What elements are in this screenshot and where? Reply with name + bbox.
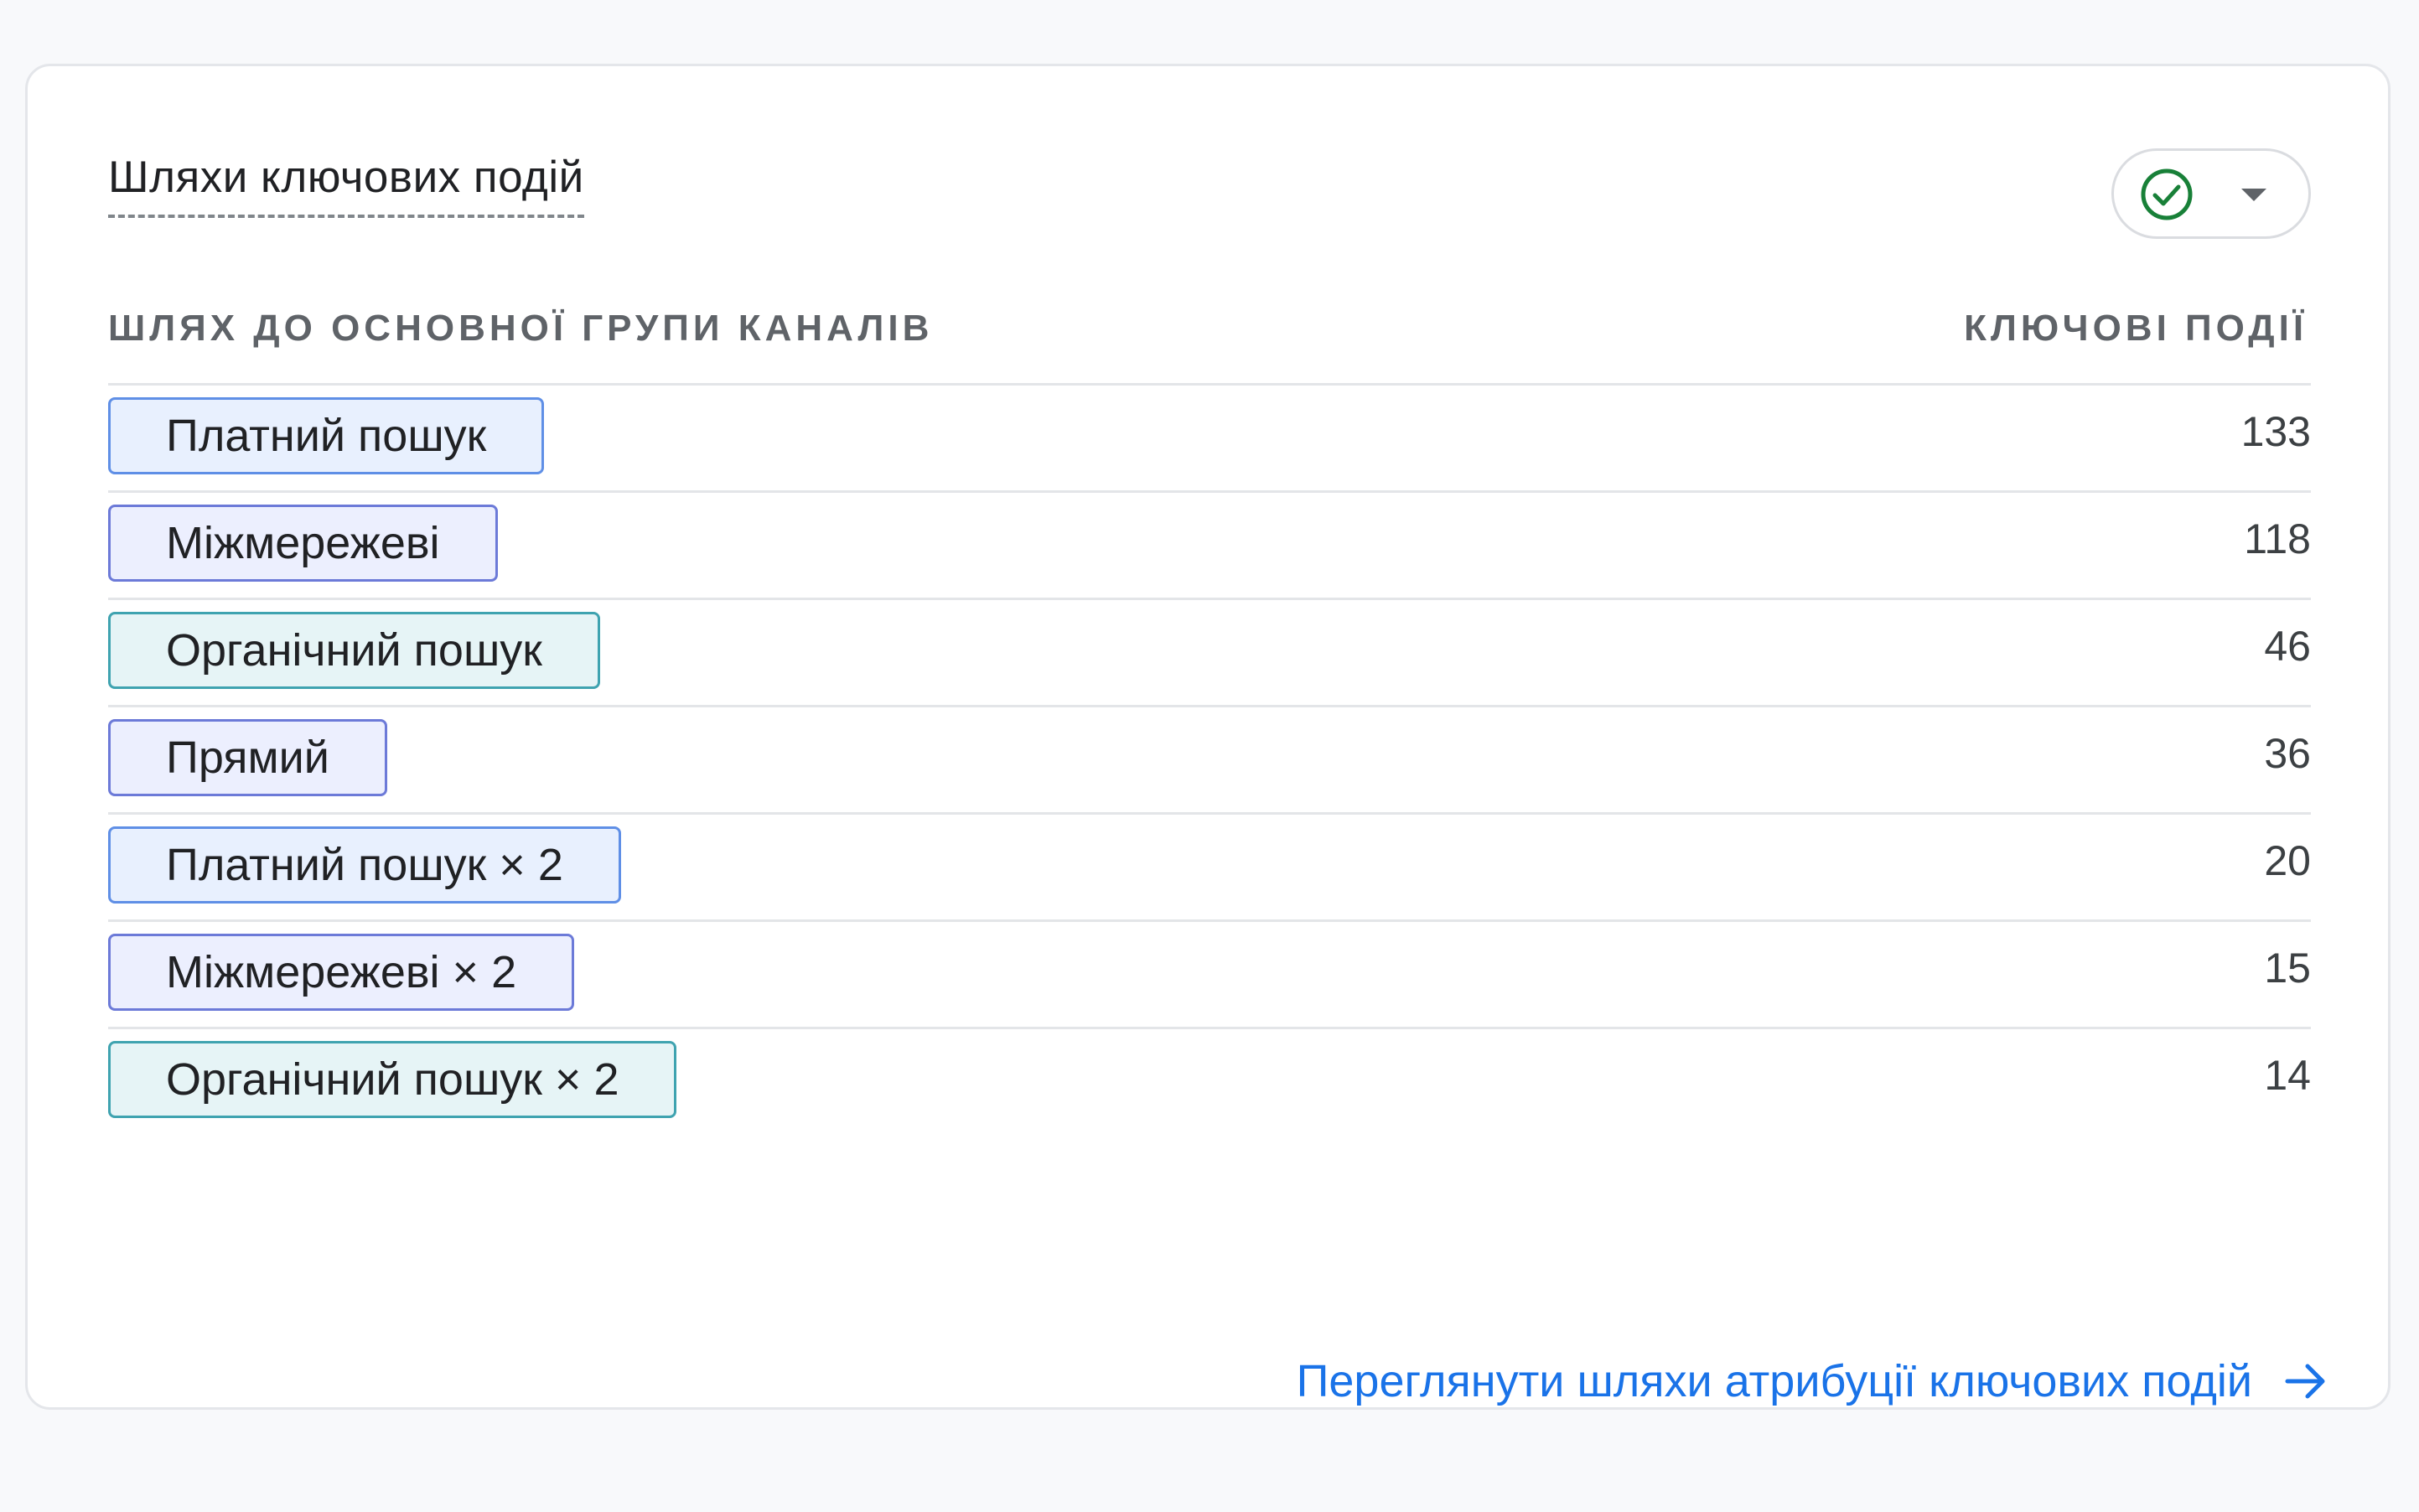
key-events-value: 46 bbox=[2264, 623, 2311, 670]
table-row: Міжмережеві 118 bbox=[108, 490, 2311, 598]
key-events-value: 36 bbox=[2264, 730, 2311, 777]
table-row: Міжмережеві × 2 15 bbox=[108, 919, 2311, 1027]
table-row: Платний пошук 133 bbox=[108, 383, 2311, 490]
check-circle-icon bbox=[2141, 168, 2193, 220]
key-events-value: 15 bbox=[2264, 945, 2311, 992]
comparison-picker[interactable] bbox=[2111, 148, 2311, 239]
channel-path-chip[interactable]: Платний пошук bbox=[108, 397, 545, 474]
channel-path-chip[interactable]: Органічний пошук bbox=[108, 612, 600, 689]
chevron-down-icon bbox=[2241, 189, 2266, 201]
view-attribution-paths-link[interactable]: Переглянути шляхи атрибуції ключових под… bbox=[1297, 1355, 2331, 1407]
table-row: Платний пошук × 2 20 bbox=[108, 812, 2311, 919]
paths-table: Платний пошук 133 Міжмережеві 118 Органі… bbox=[108, 383, 2311, 1134]
channel-path-chip[interactable]: Органічний пошук × 2 bbox=[108, 1041, 677, 1118]
channel-path-chip[interactable]: Прямий bbox=[108, 719, 387, 796]
arrow-right-icon bbox=[2285, 1364, 2325, 1399]
key-event-paths-card: Шляхи ключових подій ШЛЯХ ДО ОСНОВНОЇ ГР… bbox=[25, 64, 2391, 1410]
channel-path-chip[interactable]: Платний пошук × 2 bbox=[108, 826, 621, 904]
card-title[interactable]: Шляхи ключових подій bbox=[108, 152, 584, 218]
key-events-value: 14 bbox=[2264, 1052, 2311, 1099]
key-events-value: 20 bbox=[2264, 837, 2311, 884]
table-row: Органічний пошук × 2 14 bbox=[108, 1027, 2311, 1134]
column-header-key-events: КЛЮЧОВІ ПОДІЇ bbox=[1964, 308, 2308, 349]
table-row: Прямий 36 bbox=[108, 705, 2311, 812]
column-header-path: ШЛЯХ ДО ОСНОВНОЇ ГРУПИ КАНАЛІВ bbox=[108, 308, 934, 349]
channel-path-chip[interactable]: Міжмережеві bbox=[108, 505, 498, 582]
view-attribution-paths-label: Переглянути шляхи атрибуції ключових под… bbox=[1296, 1356, 2252, 1406]
key-events-value: 133 bbox=[2240, 408, 2311, 455]
table-row: Органічний пошук 46 bbox=[108, 598, 2311, 705]
channel-path-chip[interactable]: Міжмережеві × 2 bbox=[108, 934, 575, 1011]
key-events-value: 118 bbox=[2244, 515, 2311, 562]
